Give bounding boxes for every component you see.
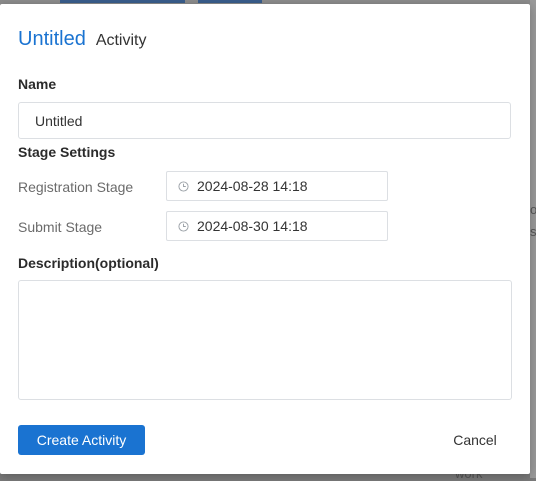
cancel-button[interactable]: Cancel	[440, 425, 510, 455]
create-activity-button[interactable]: Create Activity	[18, 425, 145, 455]
stage-settings-label: Stage Settings	[18, 144, 116, 160]
background-text: s	[530, 224, 536, 239]
dialog-title: Untitled	[18, 28, 86, 50]
name-input[interactable]	[18, 102, 511, 139]
submit-stage-label: Submit Stage	[18, 219, 103, 235]
registration-stage-label: Registration Stage	[18, 179, 134, 195]
background-text: o	[530, 202, 536, 217]
submit-stage-picker[interactable]: 2024-08-30 14:18	[166, 211, 388, 241]
name-label: Name	[18, 76, 57, 92]
submit-stage-value: 2024-08-30 14:18	[197, 218, 308, 234]
clock-icon	[178, 180, 189, 192]
background-page-edge	[530, 0, 536, 478]
registration-stage-picker[interactable]: 2024-08-28 14:18	[166, 171, 388, 201]
description-textarea[interactable]	[18, 280, 512, 400]
dialog-header: Untitled Activity	[18, 28, 146, 51]
clock-icon	[178, 220, 189, 232]
create-activity-dialog: Untitled Activity Name Stage Settings Re…	[0, 4, 530, 474]
description-label: Description(optional)	[18, 255, 159, 271]
background-tab	[60, 0, 185, 3]
background-tab	[198, 0, 262, 3]
registration-stage-value: 2024-08-28 14:18	[197, 178, 308, 194]
dialog-subtitle: Activity	[95, 32, 147, 49]
